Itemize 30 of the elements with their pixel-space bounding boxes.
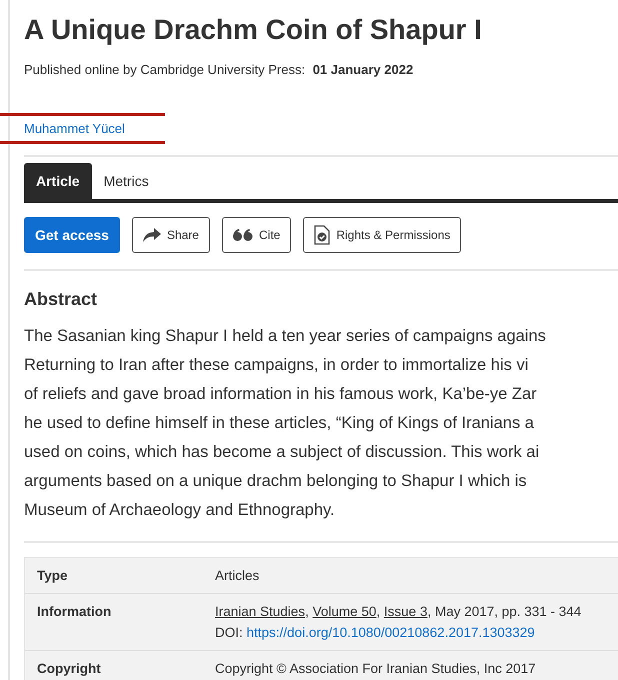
abstract-text: he used to define himself in these articles, “King of Kings of Iranians a — [24, 413, 535, 434]
get-access-button[interactable]: Get access — [24, 217, 120, 253]
tab[interactable]: Article — [24, 163, 92, 199]
share-button[interactable]: Share — [132, 217, 210, 253]
abstract-text: of reliefs and gave broad information in his famous work, Ka’be-ye Zar — [24, 384, 538, 405]
article-title: A Unique Drachm Coin of Shapur I — [24, 14, 483, 46]
cite-button[interactable]: Cite — [222, 217, 292, 253]
abstract-text: The Sasanian king Shapur I held a ten year series of campaigns agains — [24, 326, 547, 347]
detail-label: Information — [24, 594, 203, 650]
abstract-text: Museum of Archaeology and Ethnography. — [24, 500, 336, 521]
quote-icon — [232, 229, 253, 241]
detail-value: Iranian Studies, Volume 50, Issue 3, May 2017, pp. 331 - 344 DOI: https://doi.org/10.1080/00210862.2017.1303329 — [203, 594, 618, 650]
document-check-icon — [314, 225, 330, 245]
doi-link[interactable]: https://doi.org/10.1080/00210862.2017.1303329 — [246, 625, 535, 640]
journal-link[interactable]: Issue 3 — [384, 604, 428, 619]
detail-label: Copyright — [24, 650, 203, 680]
detail-value: Copyright © Association For Iranian Studies, Inc 2017 — [203, 650, 618, 680]
abstract-text: used on coins, which has become a subject of discussion. This work ai — [24, 442, 540, 463]
rights-button[interactable]: Rights & Permissions — [303, 217, 462, 253]
abstract-heading: Abstract — [24, 289, 98, 310]
detail-value: Articles — [203, 558, 618, 594]
detail-label: Type — [24, 558, 203, 594]
journal-link[interactable]: Volume 50 — [312, 604, 376, 619]
abstract-text: arguments based on a unique drachm belonging to Shapur I which is — [24, 471, 528, 492]
abstract-text: Returning to Iran after these campaigns, in order to immortalize his vi — [24, 355, 530, 376]
journal-link[interactable]: Iranian Studies — [215, 604, 306, 619]
author-link[interactable]: Muhammet Yücel — [24, 120, 125, 136]
tab[interactable]: Metrics — [92, 163, 161, 199]
share-arrow-icon — [142, 228, 161, 242]
published-line: Published online by Cambridge University Press: 01 January 2022 — [24, 62, 414, 77]
